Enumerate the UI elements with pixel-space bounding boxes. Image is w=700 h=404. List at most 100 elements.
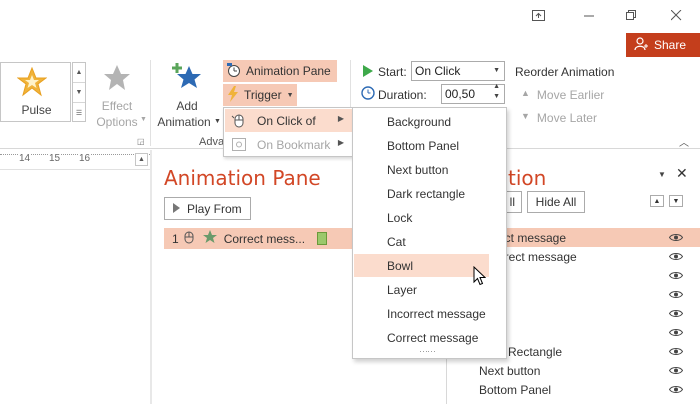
duration-stepper-icon[interactable]: ▲ ▼ [493,82,500,102]
submenu-item[interactable]: Next button [354,158,489,181]
trigger-object-submenu: Background Bottom Panel Next button Dark… [352,107,507,359]
start-label: Start: [378,65,407,79]
submenu-item[interactable]: Dark rectangle [354,182,489,205]
animation-pane-button[interactable]: Animation Pane [223,60,337,82]
pulse-label: Pulse [21,103,52,117]
effect-options-star-icon [102,64,132,95]
gallery-scroll-up-icon[interactable]: ▲ [73,63,85,83]
submenu-arrow-icon: ▶ [337,138,344,147]
move-later-icon: ▼ [521,111,530,121]
mouse-click-icon [231,113,247,128]
submenu-item-hovered[interactable]: Bowl [354,254,489,277]
add-animation-line1: Add [176,99,198,113]
eye-icon[interactable] [668,364,684,378]
eye-icon[interactable] [668,269,684,283]
move-later-label: Move Later [536,111,597,125]
menu-item-on-bookmark[interactable]: On Bookmark ▶ [225,133,352,156]
trigger-button[interactable]: Trigger ▼ [223,84,297,106]
selection-pane-title: tion [508,166,547,190]
duration-value: 00,50 [445,87,476,101]
trigger-label: Trigger [244,88,282,102]
minimize-icon[interactable] [578,6,600,24]
menu-item-on-click-of[interactable]: On Click of ▶ [225,109,352,132]
animation-gallery-pulse[interactable]: Pulse [0,62,71,122]
duration-input[interactable]: 00,50 ▲ ▼ [441,82,505,104]
selection-row[interactable]: Next button [447,361,700,380]
menu-item-label: On Bookmark [257,137,331,152]
ribbon-display-options-icon[interactable] [527,6,549,24]
animation-pane-label: Animation Pane [246,64,331,78]
submenu-resize-grip[interactable]: ⋯⋯ [419,346,436,357]
play-from-button[interactable]: Play From [164,197,251,220]
add-animation-star-icon [171,62,203,97]
selection-row-label: Next button [479,363,541,378]
pane-options-dropdown-icon[interactable]: ▼ [658,170,666,179]
ruler-tick: 14 [18,153,32,164]
move-earlier-icon: ▲ [521,88,530,98]
close-window-icon[interactable] [665,6,687,24]
animation-item-number: 1 [172,231,179,246]
submenu-item[interactable]: Background [354,110,489,133]
gallery-scroll-down-icon[interactable]: ▼ [73,83,85,103]
animation-list-item[interactable]: 1 Correct mess... [164,228,354,249]
effect-options-dropdown-icon: ▼ [140,116,147,123]
show-all-label: ll [509,195,515,209]
eye-icon[interactable] [668,250,684,264]
start-dropdown-icon[interactable]: ▼ [493,62,500,80]
share-button[interactable]: Share [626,33,700,57]
scroll-up-icon[interactable]: ▲ [135,153,148,166]
submenu-item[interactable]: Lock [354,206,489,229]
animation-pane-title: Animation Pane [164,166,321,190]
title-bar [0,0,700,32]
play-from-label: Play From [187,201,242,216]
horizontal-ruler: 14 15 16 [0,150,150,170]
eye-icon[interactable] [668,383,684,397]
animation-item-label: Correct mess... [223,231,306,246]
move-earlier-label: Move Earlier [536,88,605,102]
gallery-scrollbar[interactable]: ▲ ▼ ☰ [72,62,86,122]
add-animation-dropdown-icon: ▼ [214,118,221,125]
start-select[interactable]: On Click ▼ [411,61,505,81]
eye-icon[interactable] [668,326,684,340]
add-animation-button[interactable]: Add Animation ▼ [154,62,221,132]
bring-forward-icon[interactable]: ▲ [650,195,664,207]
animation-group-launcher-icon[interactable]: ◲ [137,137,145,146]
share-user-icon [634,36,648,54]
send-backward-icon[interactable]: ▼ [669,195,683,207]
ruler-tick: 15 [48,153,62,164]
collapse-ribbon-icon[interactable]: ︿ [679,134,689,149]
restore-icon[interactable] [620,6,642,24]
selection-row-label: Bottom Panel [479,382,552,397]
lightning-icon [227,85,239,105]
menu-item-label: On Click of [257,113,316,128]
eye-icon[interactable] [668,307,684,321]
duration-clock-icon [361,86,375,103]
eye-icon[interactable] [668,288,684,302]
share-label: Share [654,38,687,52]
submenu-arrow-icon: ▶ [337,114,344,123]
submenu-item[interactable]: Cat [354,230,489,253]
move-earlier-button[interactable]: ▲ Move Earlier [521,88,604,102]
submenu-item[interactable]: Layer [354,278,489,301]
eye-icon[interactable] [668,231,684,245]
mouse-click-icon [183,230,195,247]
effect-options-line1: Effect [101,99,133,113]
eye-icon[interactable] [668,345,684,359]
move-later-button[interactable]: ▼ Move Later [521,111,597,125]
play-icon [173,202,180,216]
hide-all-button[interactable]: Hide All [527,191,585,213]
start-play-icon [363,65,373,80]
animation-pane-icon [226,62,242,81]
submenu-item[interactable]: Bottom Panel [354,134,489,157]
effect-options-button[interactable]: Effect Options ▼ [92,62,147,132]
selection-row[interactable]: Bottom Panel [447,380,700,399]
submenu-item[interactable]: Incorrect message [354,302,489,325]
close-pane-icon[interactable]: ✕ [676,165,688,182]
timing-bar [317,232,328,245]
gallery-more-icon[interactable]: ☰ [73,103,85,123]
mouse-pointer-icon [473,265,487,289]
hide-all-label: Hide All [535,195,577,209]
bookmark-icon [231,137,247,152]
advanced-animation-group-label: Adva [199,136,225,148]
trigger-dropdown-icon: ▼ [286,91,294,99]
